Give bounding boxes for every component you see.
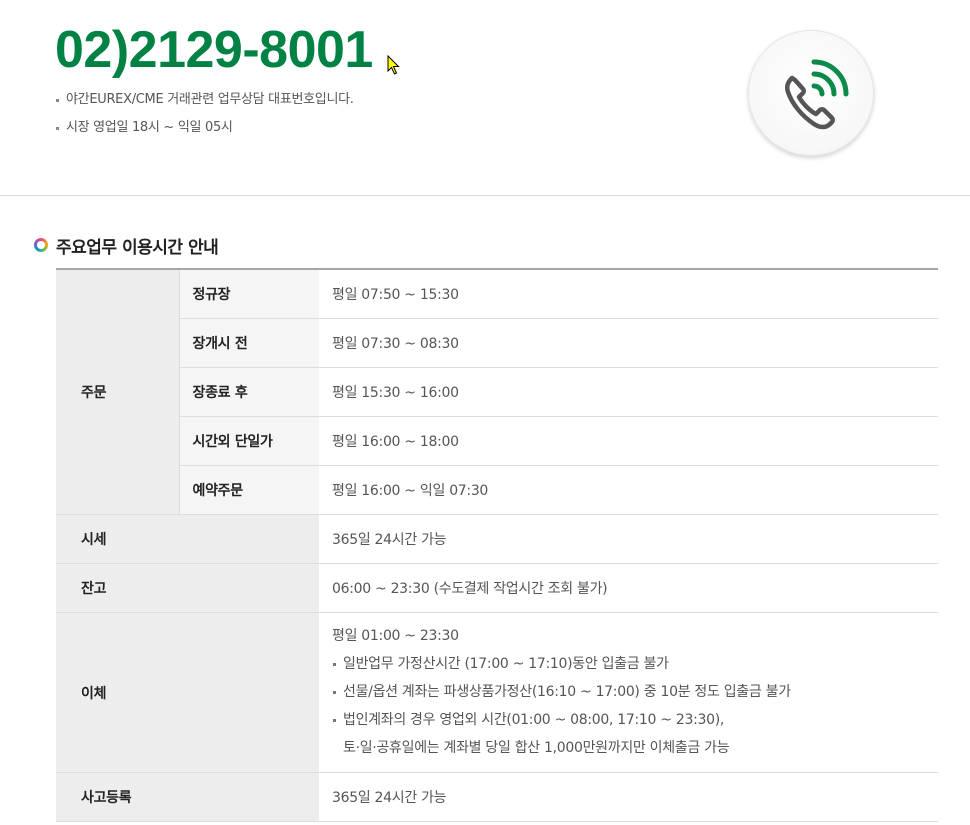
- phone-number: 02)2129-8001: [55, 21, 373, 79]
- section-title: 주요업무 이용시간 안내: [56, 237, 219, 258]
- category-balance: 잔고: [56, 563, 319, 613]
- hours-value: 평일 01:00 ~ 23:30: [332, 628, 459, 644]
- hours-value: 365일 24시간 가능: [319, 514, 938, 564]
- sub-label: 장개시 전: [178, 318, 319, 368]
- sub-label: 시간외 단일가: [178, 416, 319, 466]
- hours-value: 평일 16:00 ~ 익일 07:30: [319, 465, 938, 515]
- hours-value: 06:00 ~ 23:30 (수도결제 작업시간 조회 불가): [319, 563, 938, 613]
- table-row: 주문 정규장 평일 07:50 ~ 15:30: [56, 269, 938, 515]
- hours-value: 평일 15:30 ~ 16:00: [319, 367, 938, 417]
- table-row: 잔고 06:00 ~ 23:30 (수도결제 작업시간 조회 불가): [56, 563, 938, 613]
- note-item: 야간EUREX/CME 거래관련 업무상담 대표번호입니다.: [56, 86, 354, 114]
- ring-icon: [34, 238, 48, 252]
- category-accident: 사고등록: [56, 772, 319, 822]
- transfer-details: 평일 01:00 ~ 23:30 일반업무 가정산시간 (17:00 ~ 17:…: [319, 612, 938, 773]
- table-row: 시세 365일 24시간 가능: [56, 514, 938, 564]
- table-row: 장종료 후 평일 15:30 ~ 16:00: [56, 367, 938, 417]
- note-item: 시장 영업일 18시 ~ 익일 05시: [56, 114, 354, 142]
- table-row: 사고등록 365일 24시간 가능: [56, 772, 938, 822]
- phone-icon-badge: [748, 30, 874, 156]
- table-row: 시간외 단일가 평일 16:00 ~ 18:00: [56, 416, 938, 466]
- hours-value: 평일 16:00 ~ 18:00: [319, 416, 938, 466]
- category-order: 주문: [56, 269, 179, 515]
- hours-value: 365일 24시간 가능: [319, 772, 938, 822]
- sub-label: 장종료 후: [178, 367, 319, 417]
- business-hours-table: 주문 정규장 평일 07:50 ~ 15:30 장개시 전 평일 07:30 ~…: [56, 268, 938, 822]
- category-quote: 시세: [56, 514, 319, 564]
- header-notes: 야간EUREX/CME 거래관련 업무상담 대표번호입니다. 시장 영업일 18…: [56, 86, 354, 142]
- header-divider: [0, 195, 970, 196]
- table-row: 장개시 전 평일 07:30 ~ 08:30: [56, 318, 938, 368]
- transfer-note: 일반업무 가정산시간 (17:00 ~ 17:10)동안 입출금 불가: [332, 650, 938, 678]
- table-row: 예약주문 평일 16:00 ~ 익일 07:30: [56, 465, 938, 515]
- transfer-note: 법인계좌의 경우 영업외 시간(01:00 ~ 08:00, 17:10 ~ 2…: [332, 706, 938, 734]
- sub-label: 정규장: [178, 269, 319, 319]
- table-row: 이체 평일 01:00 ~ 23:30 일반업무 가정산시간 (17:00 ~ …: [56, 612, 938, 773]
- sub-label: 예약주문: [178, 465, 319, 515]
- transfer-note: 선물/옵션 계좌는 파생상품가정산(16:10 ~ 17:00) 중 10분 정…: [332, 678, 938, 706]
- transfer-note-continued: 토·일·공휴일에는 계좌별 당일 합산 1,000만원까지만 이체출금 가능: [343, 740, 730, 756]
- phone-call-icon: [784, 59, 849, 130]
- mouse-cursor-icon: [387, 55, 400, 75]
- section-heading: 주요업무 이용시간 안내: [34, 232, 219, 258]
- category-transfer: 이체: [56, 612, 319, 773]
- hours-value: 평일 07:30 ~ 08:30: [319, 318, 938, 368]
- hours-value: 평일 07:50 ~ 15:30: [319, 269, 938, 319]
